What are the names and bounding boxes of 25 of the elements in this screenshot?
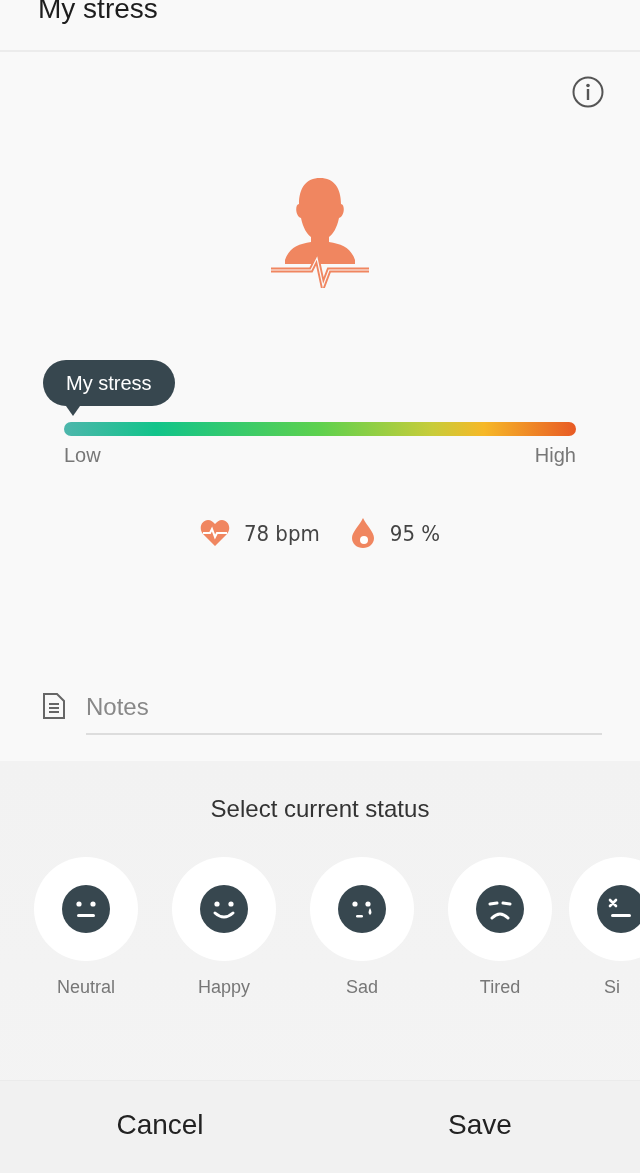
- heart-rate-icon: [199, 519, 230, 547]
- dialog-button[interactable]: Cancel: [0, 1081, 320, 1173]
- drop-icon: [349, 517, 376, 549]
- status-label: Sad: [346, 977, 378, 998]
- note-icon: [42, 693, 66, 719]
- tired-face-icon: [475, 884, 525, 934]
- happy-face-icon: [199, 884, 249, 934]
- status-label: Si: [603, 977, 620, 998]
- info-icon[interactable]: [572, 76, 604, 108]
- sick-face-icon: [596, 884, 640, 934]
- low-label: Low: [64, 444, 101, 467]
- person-pulse-icon: [271, 178, 369, 288]
- notes-field[interactable]: Notes: [86, 693, 602, 735]
- status-label: Happy: [198, 977, 250, 998]
- vital-reading: 95 %: [389, 520, 441, 546]
- vital-reading: 78 bpm: [243, 520, 320, 546]
- dialog-button[interactable]: Save: [320, 1081, 640, 1173]
- sad-face-icon: [337, 884, 387, 934]
- status-label: Neutral: [57, 977, 115, 998]
- neutral-face-icon: [61, 884, 111, 934]
- stress-marker: My stress: [43, 360, 175, 406]
- status-label: Tired: [479, 977, 521, 998]
- pointer-icon: [66, 406, 80, 416]
- status-prompt: Select current status: [209, 795, 431, 823]
- high-label: High: [534, 444, 576, 467]
